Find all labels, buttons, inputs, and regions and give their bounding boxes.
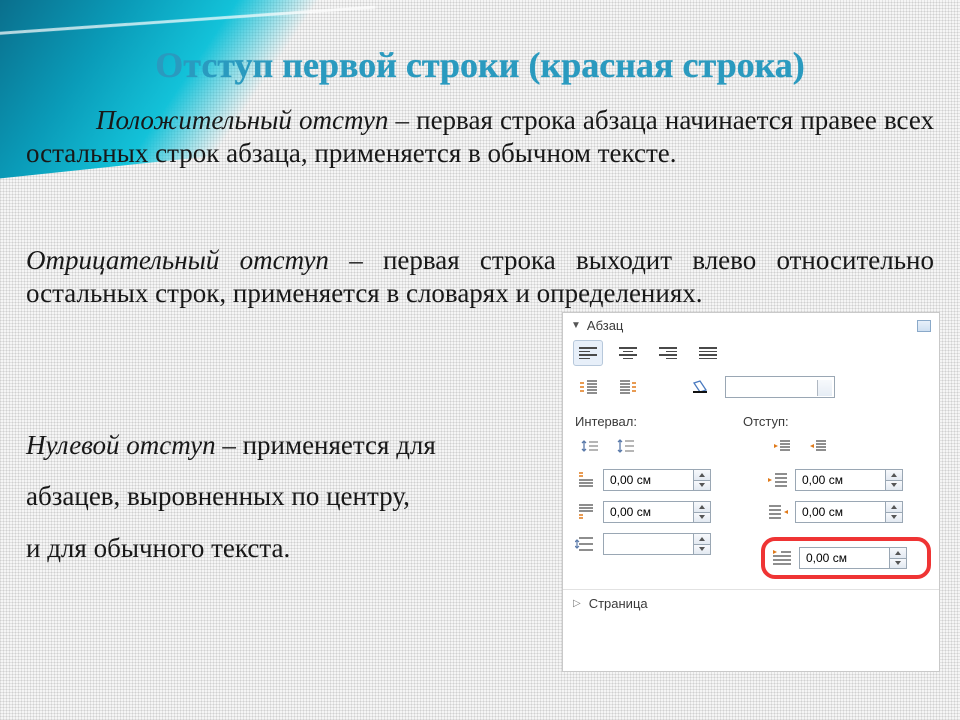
- increase-indent-alt-button[interactable]: [767, 433, 797, 459]
- arrow-up-icon: [891, 473, 897, 477]
- decrease-indent-icon: [578, 380, 598, 394]
- spin-down-button[interactable]: [885, 480, 903, 492]
- spin-up-button[interactable]: [885, 469, 903, 480]
- paragraph-positive-indent: Положительный отступ – первая строка абз…: [26, 104, 934, 170]
- arrow-down-icon: [699, 515, 705, 519]
- arrow-up-icon: [699, 473, 705, 477]
- spin-down-button[interactable]: [889, 558, 907, 570]
- align-justify-button[interactable]: [693, 340, 723, 366]
- space-after-field: [575, 501, 733, 523]
- paragraph-zero-indent: Нулевой отступ – применяется для абзацев…: [26, 420, 540, 574]
- space-after-input[interactable]: [603, 501, 693, 523]
- indent-after-icon: [767, 503, 789, 521]
- indent-before-icon: [767, 471, 789, 489]
- line-spacing-wide-icon: [617, 439, 635, 453]
- first-line-indent-highlight: [761, 537, 931, 579]
- first-line-indent-field: [771, 547, 919, 569]
- align-right-button[interactable]: [653, 340, 683, 366]
- align-right-icon: [659, 347, 677, 359]
- panel-header-page[interactable]: ▷ Страница: [563, 589, 939, 617]
- spin-up-button[interactable]: [693, 469, 711, 480]
- label-indent: Отступ:: [743, 414, 789, 429]
- emphasis: Положительный отступ: [96, 105, 388, 135]
- spin-up-button[interactable]: [693, 533, 711, 544]
- dialog-launcher-icon[interactable]: [917, 320, 931, 332]
- first-line-indent-icon: [771, 549, 793, 567]
- spin-down-button[interactable]: [693, 512, 711, 524]
- space-before-icon: [575, 471, 597, 489]
- arrow-up-icon: [895, 551, 901, 555]
- collapse-icon: ▼: [571, 320, 581, 331]
- arrow-up-icon: [699, 505, 705, 509]
- indent-before-input[interactable]: [795, 469, 885, 491]
- line-spacing-2-button[interactable]: [611, 433, 641, 459]
- indent-before-field: [767, 469, 927, 491]
- align-center-button[interactable]: [613, 340, 643, 366]
- column-labels: Интервал: Отступ:: [563, 404, 939, 431]
- increase-indent-button[interactable]: [613, 374, 643, 400]
- increase-indent-icon: [618, 380, 638, 394]
- arrow-down-icon: [895, 561, 901, 565]
- text: – применяется для: [216, 430, 436, 460]
- spin-down-button[interactable]: [885, 512, 903, 524]
- section-label: Абзац: [587, 318, 623, 333]
- arrow-down-icon: [699, 483, 705, 487]
- paragraph-panel: ▼ Абзац Инте: [562, 312, 940, 672]
- line-spacing-input[interactable]: [603, 533, 693, 555]
- panel-header-paragraph[interactable]: ▼ Абзац: [563, 313, 939, 336]
- align-center-icon: [619, 347, 637, 359]
- label-interval: Интервал:: [575, 414, 743, 429]
- indent-after-input[interactable]: [795, 501, 885, 523]
- align-left-icon: [579, 347, 597, 359]
- spin-down-button[interactable]: [693, 480, 711, 492]
- bucket-icon: [691, 380, 709, 394]
- decrease-indent-alt-button[interactable]: [803, 433, 833, 459]
- line-spacing-1-button[interactable]: [575, 433, 605, 459]
- decrease-indent-icon: [809, 439, 827, 453]
- emphasis: Отрицательный отступ: [26, 245, 329, 275]
- chevron-down-icon: [823, 386, 829, 390]
- indent-after-field: [767, 501, 927, 523]
- text: и для обычного текста.: [26, 523, 540, 574]
- arrow-up-icon: [699, 537, 705, 541]
- space-before-field: [575, 469, 733, 491]
- spin-up-button[interactable]: [693, 501, 711, 512]
- indent-fill-row: [563, 370, 939, 404]
- spin-down-button[interactable]: [693, 544, 711, 556]
- expand-icon: ▷: [573, 598, 581, 609]
- space-after-icon: [575, 503, 597, 521]
- section-label: Страница: [589, 596, 648, 611]
- fill-color-picker[interactable]: [725, 376, 835, 398]
- arrow-down-icon: [891, 515, 897, 519]
- text: абзацев, выровненных по центру,: [26, 471, 540, 522]
- spin-up-button[interactable]: [889, 547, 907, 558]
- increase-indent-icon: [773, 439, 791, 453]
- align-justify-icon: [699, 347, 717, 359]
- alignment-row: [563, 336, 939, 370]
- arrow-down-icon: [699, 547, 705, 551]
- slide-title: Отступ первой строки (красная строка): [0, 44, 960, 86]
- line-spacing-value-icon: [575, 535, 597, 553]
- paragraph-negative-indent: Отрицательный отступ – первая строка вых…: [26, 244, 934, 310]
- decrease-indent-button[interactable]: [573, 374, 603, 400]
- align-left-button[interactable]: [573, 340, 603, 366]
- space-before-input[interactable]: [603, 469, 693, 491]
- line-spacing-field: [575, 533, 733, 555]
- paragraph-fill-button[interactable]: [685, 374, 715, 400]
- emphasis: Нулевой отступ: [26, 430, 216, 460]
- arrow-down-icon: [891, 483, 897, 487]
- line-spacing-icon: [581, 439, 599, 453]
- first-line-indent-input[interactable]: [799, 547, 889, 569]
- spin-up-button[interactable]: [885, 501, 903, 512]
- arrow-up-icon: [891, 505, 897, 509]
